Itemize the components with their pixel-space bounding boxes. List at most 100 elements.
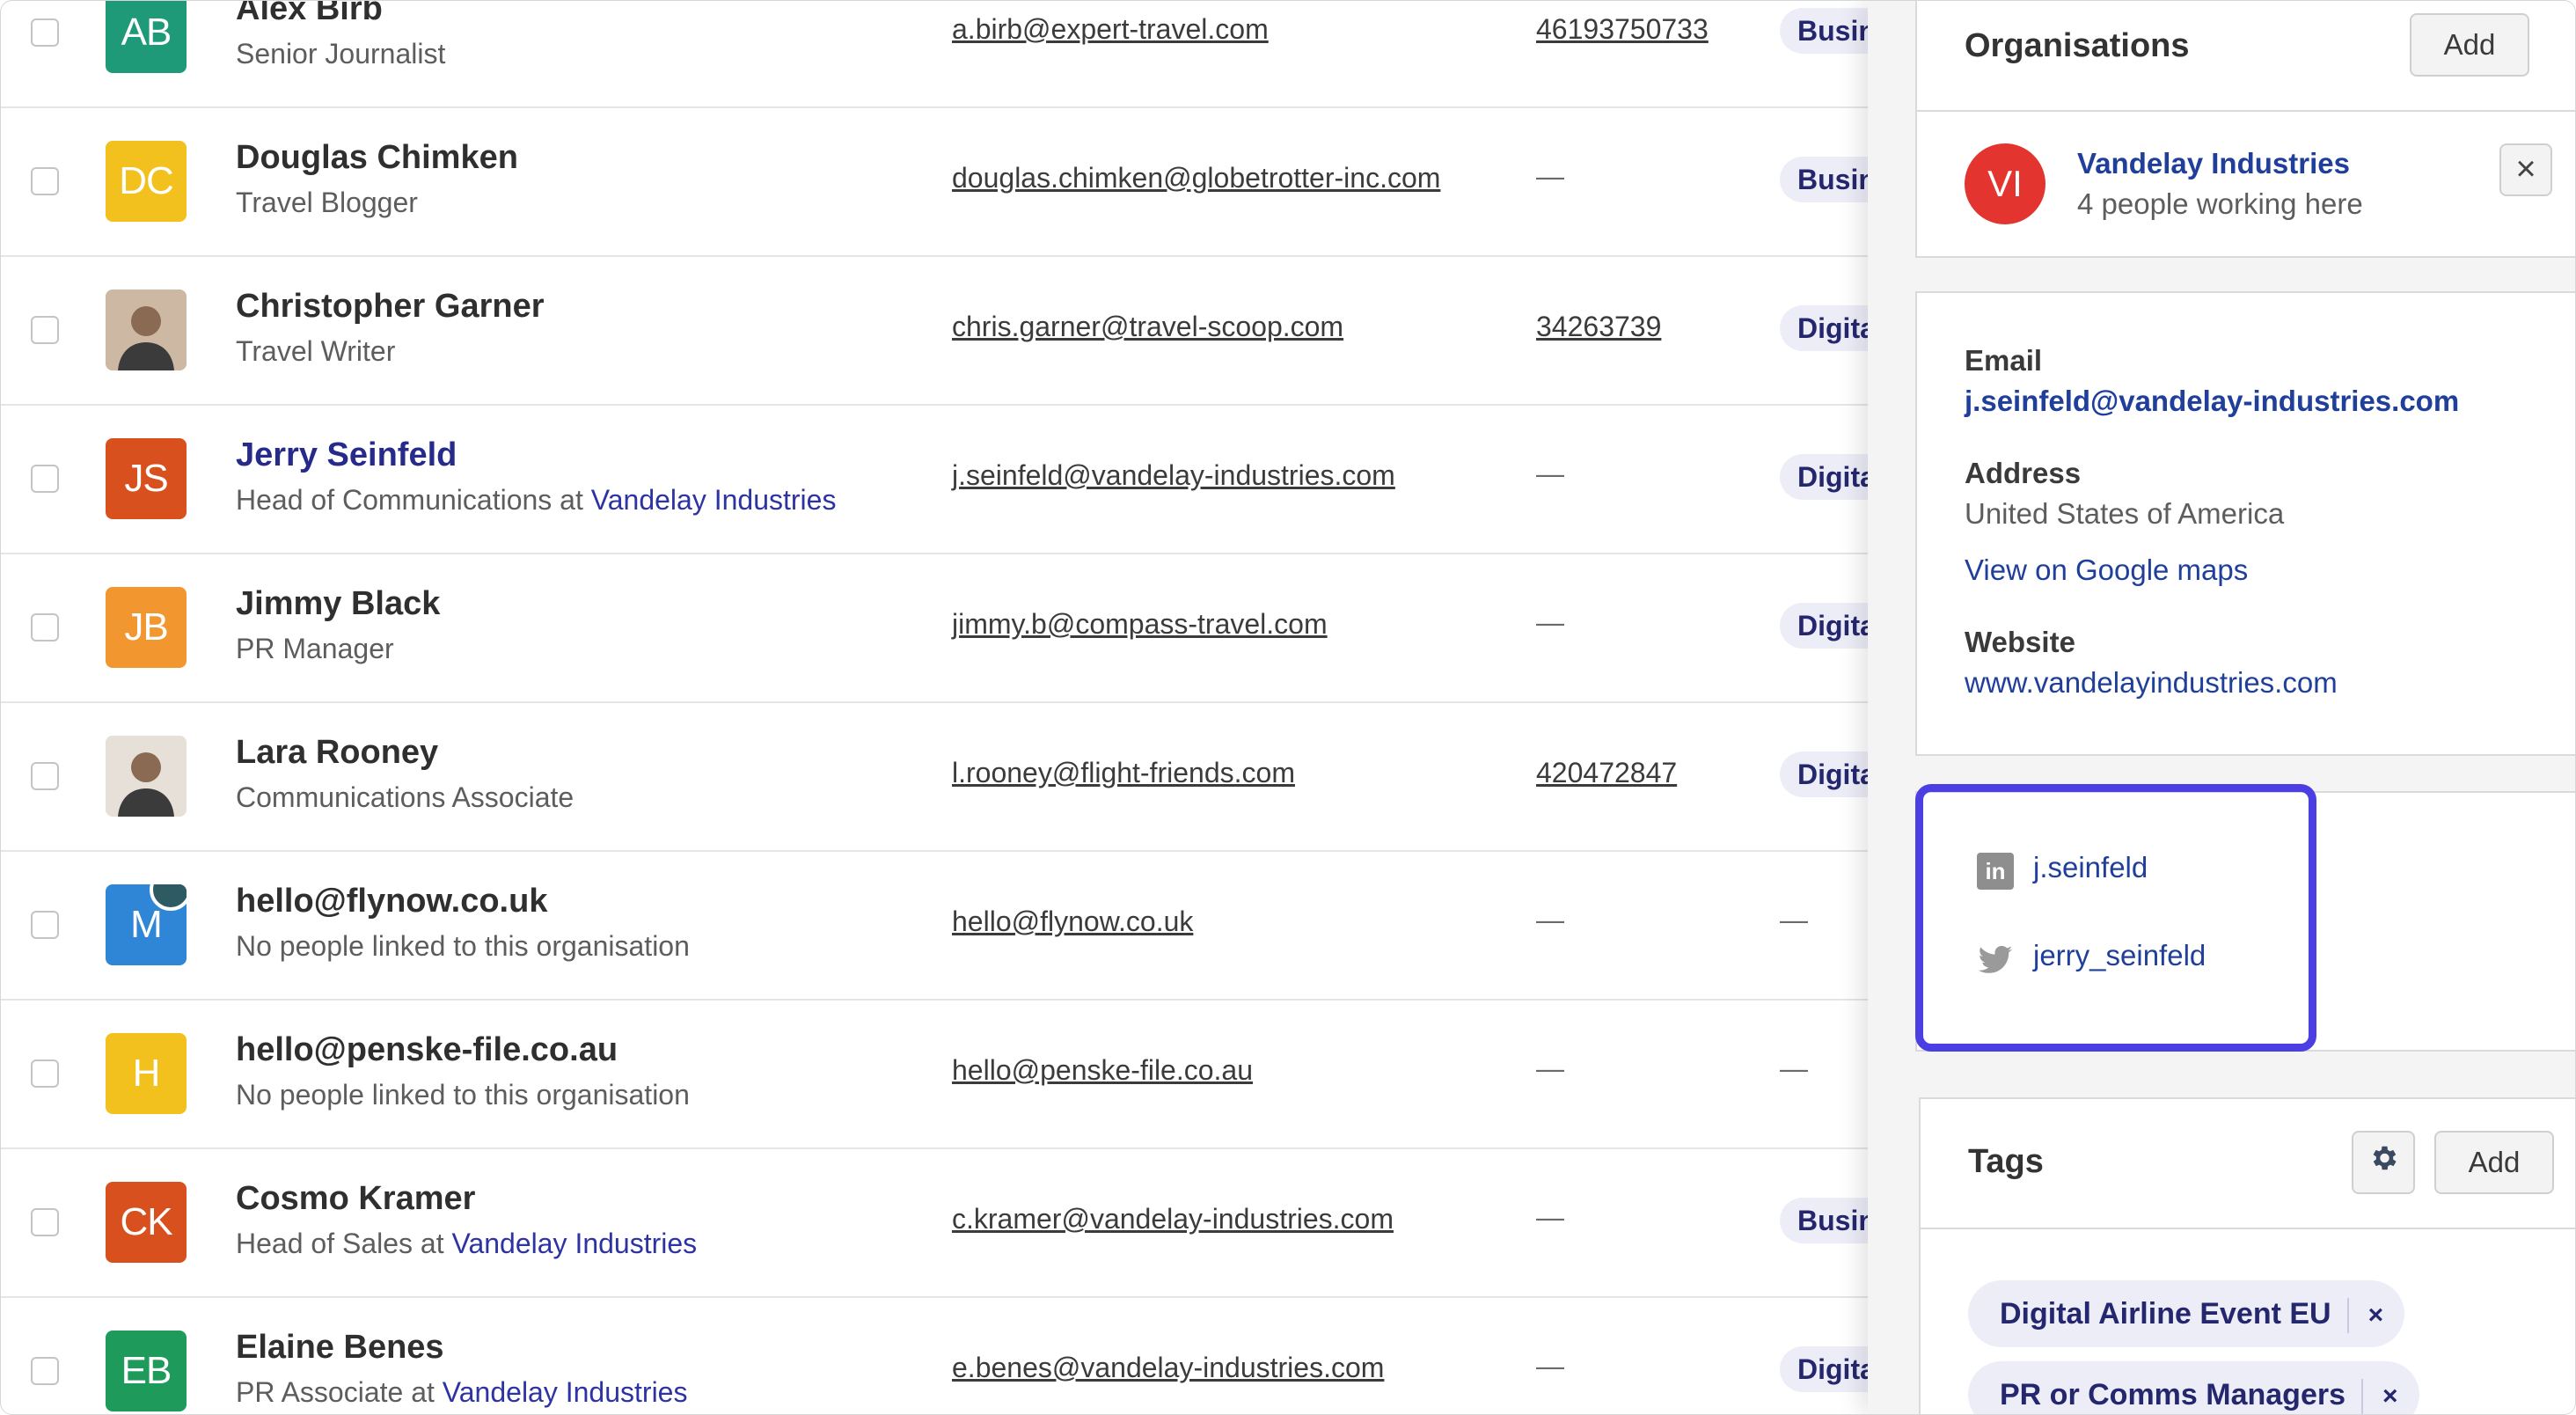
email-link[interactable]: c.kramer@vandelay-industries.com	[952, 1203, 1394, 1235]
email-link[interactable]: e.benes@vandelay-industries.com	[952, 1352, 1384, 1384]
organisation-link[interactable]: Vandelay Industries	[443, 1376, 688, 1408]
add-organisation-button[interactable]: Add	[2410, 13, 2529, 77]
avatar-initials: EB	[121, 1349, 172, 1392]
row-checkbox[interactable]	[31, 911, 59, 939]
role-text: Travel Blogger	[236, 187, 418, 218]
tag-badge: Digita	[1780, 603, 1868, 649]
contact-name[interactable]: Christopher Garner	[236, 288, 545, 326]
email-link[interactable]: douglas.chimken@globetrotter-inc.com	[952, 162, 1440, 194]
table-row[interactable]: Lara Rooney Communications Associate l.roo…	[1, 702, 1868, 852]
avatar: DC	[106, 141, 187, 222]
twitter-handle-link[interactable]: jerry_seinfeld	[2033, 939, 2206, 972]
role-text: Head of Communications at	[236, 484, 583, 516]
tag-chip[interactable]: Digital Airline Event EU ×	[1968, 1280, 2405, 1347]
row-checkbox[interactable]	[31, 18, 59, 47]
tag-settings-button[interactable]	[2352, 1131, 2415, 1194]
row-checkbox[interactable]	[31, 613, 59, 642]
table-row[interactable]: Hhello@penske-file.co.au No people linked…	[1, 1000, 1868, 1149]
table-row[interactable]: Christopher Garner Travel Writer chris.gar…	[1, 256, 1868, 406]
remove-tag-icon[interactable]: ×	[2382, 1382, 2398, 1411]
table-row[interactable]: AB Alex Birb Senior Journalist a.birb@exper…	[1, 1, 1868, 108]
avatar-initials: JS	[124, 457, 168, 500]
remove-tag-icon[interactable]: ×	[2368, 1301, 2384, 1330]
contact-detail-panel: Organisations Add VI Vandelay Industries…	[1868, 1, 2575, 1414]
email-link[interactable]: j.seinfeld@vandelay-industries.com	[952, 459, 1395, 492]
phone-link[interactable]: 420472847	[1536, 757, 1677, 789]
contact-role: PR Manager	[236, 633, 394, 665]
table-row[interactable]: JB Jimmy Black PR Manager jimmy.b@compass-t…	[1, 554, 1868, 703]
phone-link[interactable]: 34263739	[1536, 311, 1661, 343]
tag-chip-label: PR or Comms Managers	[2000, 1378, 2345, 1411]
avatar-initials: CK	[120, 1200, 172, 1243]
contact-name[interactable]: Elaine Benes	[236, 1329, 444, 1367]
row-checkbox[interactable]	[31, 1059, 59, 1088]
contact-name[interactable]: Douglas Chimken	[236, 139, 518, 177]
organisation-avatar: VI	[1965, 143, 2045, 224]
contact-name[interactable]: hello@flynow.co.uk	[236, 883, 547, 920]
tags-card: Tags Add Digital Airline Event EU × PR or…	[1919, 1097, 2575, 1414]
contact-name[interactable]: Alex Birb	[236, 1, 383, 28]
add-tag-button[interactable]: Add	[2434, 1131, 2554, 1194]
avatar-initials: JB	[124, 605, 168, 649]
details-card: Email j.seinfeld@vandelay-industries.com…	[1915, 291, 2575, 756]
phone-empty: —	[1536, 160, 1564, 192]
table-row[interactable]: DC Douglas Chimken Travel Blogger douglas.c…	[1, 107, 1868, 257]
table-row[interactable]: EB Elaine Benes PR Associate at Vandelay I…	[1, 1297, 1868, 1414]
row-checkbox[interactable]	[31, 762, 59, 790]
chip-divider	[2361, 1379, 2363, 1414]
card-divider	[1921, 1228, 2575, 1229]
contact-role: Travel Writer	[236, 335, 395, 368]
tag-badge: Busin	[1780, 1198, 1868, 1243]
phone-empty: —	[1536, 904, 1564, 935]
table-row[interactable]: CK Cosmo Kramer Head of Sales at Vandelay …	[1, 1148, 1868, 1298]
contact-role: Head of Communications at Vandelay Indus…	[236, 484, 836, 517]
avatar-initials: H	[132, 1052, 161, 1095]
email-link[interactable]: hello@flynow.co.uk	[952, 905, 1193, 938]
app-window: AB Alex Birb Senior Journalist a.birb@exper…	[0, 0, 2576, 1415]
organisation-subtitle: 4 people working here	[2077, 187, 2363, 220]
organisation-name-link[interactable]: Vandelay Industries	[2077, 147, 2350, 180]
tag-chip-label: Digital Airline Event EU	[2000, 1297, 2331, 1331]
tag-badge: Digita	[1780, 1346, 1868, 1392]
email-link[interactable]: chris.garner@travel-scoop.com	[952, 311, 1343, 343]
tag-badge: Busin	[1780, 157, 1868, 202]
role-text: Travel Writer	[236, 335, 396, 367]
email-link[interactable]: l.rooney@flight-friends.com	[952, 757, 1295, 789]
tag-chip[interactable]: PR or Comms Managers ×	[1968, 1361, 2419, 1414]
remove-organisation-button[interactable]: ×	[2499, 143, 2552, 196]
phone-link[interactable]: 46193750733	[1536, 13, 1709, 46]
contact-name[interactable]: Jimmy Black	[236, 585, 440, 623]
table-row[interactable]: Mhello@flynow.co.uk No people linked to t…	[1, 851, 1868, 1001]
email-link[interactable]: a.birb@expert-travel.com	[952, 13, 1269, 46]
person-photo-icon	[106, 736, 187, 817]
table-row[interactable]: JS Jerry Seinfeld Head of Communications a…	[1, 405, 1868, 554]
linkedin-handle-link[interactable]: j.seinfeld	[2033, 851, 2148, 884]
row-checkbox[interactable]	[31, 1208, 59, 1236]
phone-empty: —	[1536, 1201, 1564, 1233]
tags-title: Tags	[1968, 1143, 2044, 1180]
card-divider	[1917, 110, 2575, 112]
email-link[interactable]: j.seinfeld@vandelay-industries.com	[1965, 385, 2459, 418]
social-highlight-box	[1915, 784, 2316, 1052]
email-link[interactable]: jimmy.b@compass-travel.com	[952, 608, 1328, 641]
google-maps-link[interactable]: View on Google maps	[1965, 554, 2248, 587]
avatar	[106, 290, 187, 370]
avatar: CK	[106, 1182, 187, 1263]
contact-name[interactable]: hello@penske-file.co.au	[236, 1031, 618, 1069]
contact-name[interactable]: Cosmo Kramer	[236, 1180, 475, 1218]
contact-name[interactable]: Jerry Seinfeld	[236, 436, 457, 474]
twitter-icon	[1977, 941, 2014, 978]
row-checkbox[interactable]	[31, 167, 59, 195]
website-label: Website	[1965, 626, 2075, 658]
row-checkbox[interactable]	[31, 1357, 59, 1385]
email-link[interactable]: hello@penske-file.co.au	[952, 1054, 1253, 1087]
tag-badge: Digita	[1780, 454, 1868, 500]
email-label: Email	[1965, 344, 2043, 377]
contact-name[interactable]: Lara Rooney	[236, 734, 438, 772]
row-checkbox[interactable]	[31, 465, 59, 493]
website-link[interactable]: www.vandelayindustries.com	[1965, 666, 2338, 700]
organisation-link[interactable]: Vandelay Industries	[451, 1228, 697, 1259]
row-checkbox[interactable]	[31, 316, 59, 344]
organisation-link[interactable]: Vandelay Industries	[591, 484, 837, 516]
close-icon: ×	[2515, 150, 2536, 188]
